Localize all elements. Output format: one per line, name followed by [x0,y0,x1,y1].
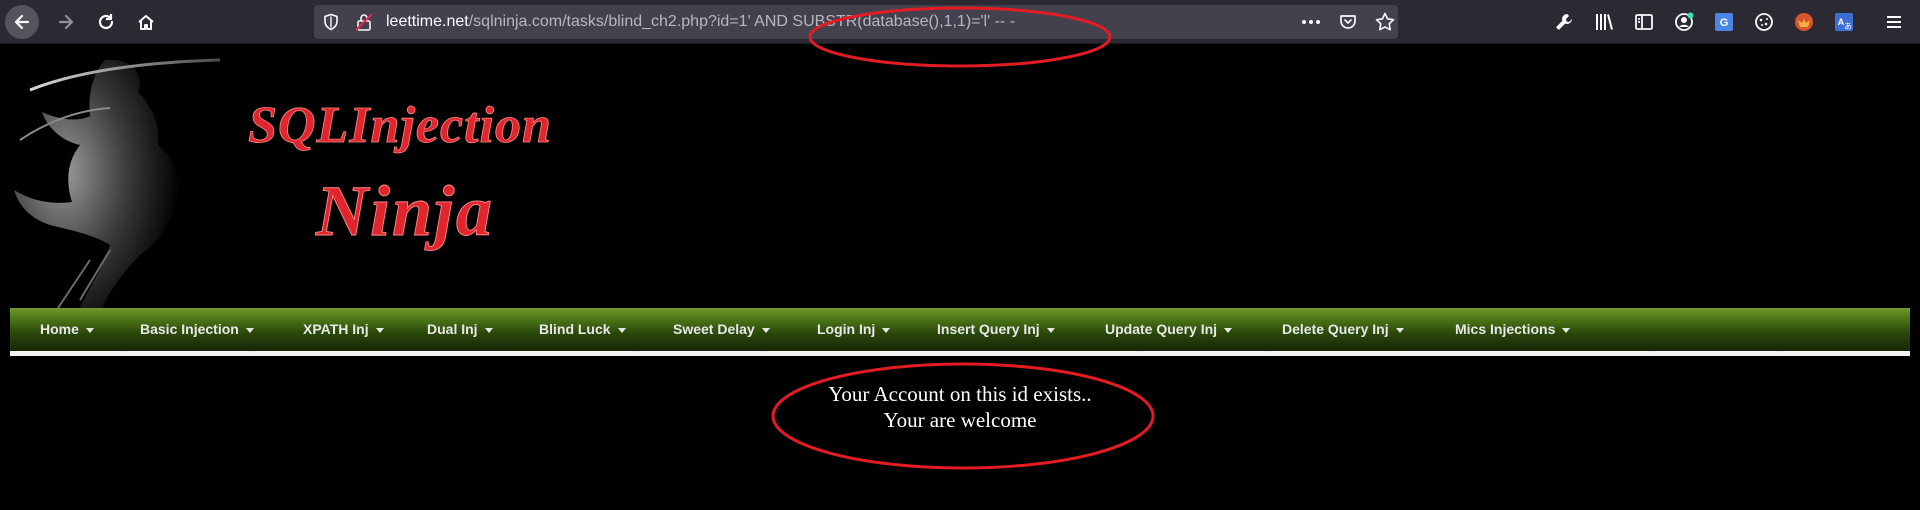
nav-label: Sweet Delay [673,321,755,337]
nav-label: Update Query Inj [1105,321,1218,337]
url-host: leettime.net [386,13,469,30]
svg-text:G: G [1720,17,1729,29]
dropdown-arrow-icon [245,327,254,333]
result-line-2: Your are welcome [883,408,1037,432]
insecure-lock-icon[interactable] [354,12,374,32]
forward-arrow-icon [58,14,74,30]
nav-delete-query-inj[interactable]: Delete Query Inj [1282,321,1404,337]
nav-basic-injection[interactable]: Basic Injection [140,321,254,337]
nav-blind-luck[interactable]: Blind Luck [539,321,626,337]
nav-mics-injections[interactable]: Mics Injections [1455,321,1571,337]
dropdown-arrow-icon [85,327,94,333]
account-icon[interactable] [1673,11,1695,33]
dropdown-arrow-icon [375,327,384,333]
nav-xpath-inj[interactable]: XPATH Inj [303,321,384,337]
url-bar[interactable]: leettime.net/sqlninja.com/tasks/blind_ch… [314,5,1398,39]
ninja-logo: SQLInjection Ninja [14,58,552,309]
reload-button[interactable] [89,5,123,39]
dropdown-arrow-icon [761,327,770,333]
nav-home[interactable]: Home [40,321,94,337]
home-button[interactable] [129,5,163,39]
nav-sweet-delay[interactable]: Sweet Delay [673,321,770,337]
wrench-icon[interactable] [1553,11,1575,33]
nav-label: Mics Injections [1455,321,1556,337]
forward-button[interactable] [49,5,83,39]
nav-divider [10,351,1910,356]
dropdown-arrow-icon [617,327,626,333]
result-message: Your Account on this id exists.. Your ar… [760,381,1160,433]
more-dots-icon[interactable] [1300,13,1322,31]
logo-text-line1: SQLInjection [248,97,552,154]
library-icon[interactable] [1593,11,1615,33]
nav-insert-query-inj[interactable]: Insert Query Inj [937,321,1055,337]
nav-label: Delete Query Inj [1282,321,1389,337]
url-path: /sqlninja.com/tasks/blind_ch2.php?id=1' … [468,13,1016,30]
svg-text:あ: あ [1844,22,1852,31]
dropdown-arrow-icon [1046,327,1055,333]
dropdown-arrow-icon [1224,327,1233,333]
nav-label: Login Inj [817,321,876,337]
dropdown-arrow-icon [882,327,891,333]
reload-icon [98,14,114,30]
nav-label: Basic Injection [140,321,239,337]
hamburger-menu-icon[interactable] [1883,11,1905,33]
sidebar-icon[interactable] [1633,11,1655,33]
nav-label: Blind Luck [539,321,611,337]
nav-update-query-inj[interactable]: Update Query Inj [1105,321,1233,337]
translate-addon-icon[interactable]: Aあ [1833,11,1855,33]
dropdown-arrow-icon [1562,327,1571,333]
back-arrow-icon [14,14,30,30]
logo-text-line2: Ninja [315,171,494,251]
nav-dual-inj[interactable]: Dual Inj [427,321,493,337]
back-button[interactable] [5,5,39,39]
pocket-icon[interactable] [1338,12,1358,32]
cookie-icon[interactable] [1753,11,1775,33]
browser-toolbar: leettime.net/sqlninja.com/tasks/blind_ch… [0,0,1920,44]
dropdown-arrow-icon [1395,327,1404,333]
nav-label: XPATH Inj [303,321,369,337]
translate-icon[interactable]: G [1713,11,1735,33]
star-icon[interactable] [1374,11,1396,33]
nav-login-inj[interactable]: Login Inj [817,321,891,337]
nav-label: Home [40,321,79,337]
dropdown-arrow-icon [484,327,493,333]
site-banner: SQLInjection Ninja [10,50,620,310]
nav-label: Dual Inj [427,321,478,337]
result-line-1: Your Account on this id exists.. [828,382,1092,406]
fox-addon-icon[interactable] [1793,11,1815,33]
home-icon [138,15,154,30]
tracking-shield-icon[interactable] [322,13,340,31]
main-nav: Home Basic Injection XPATH Inj Dual Inj … [10,308,1910,352]
nav-label: Insert Query Inj [937,321,1040,337]
url-text[interactable]: leettime.net/sqlninja.com/tasks/blind_ch… [386,13,1015,31]
